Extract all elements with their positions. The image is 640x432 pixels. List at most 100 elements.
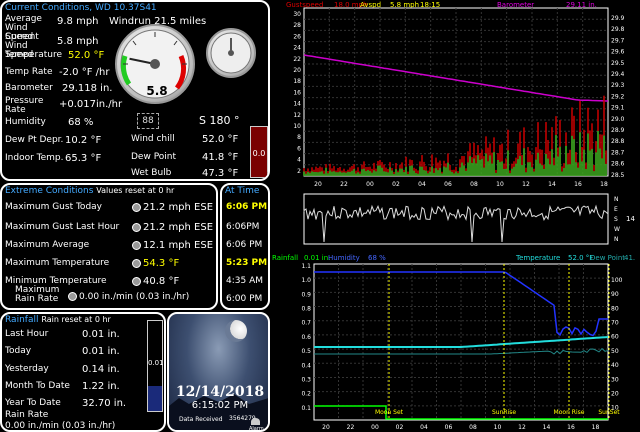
pressure-rate-value: +0.017in./hr bbox=[59, 99, 123, 110]
temperature-value: 52.0 °F bbox=[68, 50, 105, 61]
x-tick: 12 bbox=[522, 181, 530, 188]
extreme-row-label: Maximum Rain Rate bbox=[15, 285, 60, 304]
at-time-title: At Time bbox=[225, 186, 260, 196]
y-left-tick: 0.8 bbox=[301, 306, 311, 313]
photo-time: 6:15:02 PM bbox=[191, 400, 249, 411]
extreme-title-text: Extreme Conditions bbox=[5, 186, 94, 196]
rain-rate-label: Rain Rate bbox=[5, 410, 49, 420]
wind-direction-value: S 180 ° bbox=[199, 114, 240, 127]
temp-rate-label: Temp Rate bbox=[5, 67, 53, 77]
at-time-value: 4:35 AM bbox=[226, 276, 263, 286]
rain-rate-bar-value: 0.0 bbox=[252, 149, 266, 158]
compass-tick: N bbox=[614, 236, 619, 243]
y-right-tick: 28.6 bbox=[611, 161, 625, 168]
x-tick: 06 bbox=[445, 424, 453, 431]
moon-image bbox=[225, 320, 247, 342]
x-tick: 22 bbox=[340, 181, 348, 188]
y-left-tick: 14 bbox=[293, 101, 301, 108]
x-tick: 20 bbox=[314, 181, 322, 188]
rainfall-row-value: 0.01 in. bbox=[82, 329, 120, 340]
x-tick: 14 bbox=[548, 181, 556, 188]
at-time-value: 6:06PM bbox=[226, 222, 260, 232]
wet-bulb-value: 47.3 °F bbox=[202, 168, 239, 179]
x-tick: 14 bbox=[543, 424, 551, 431]
secondary-gauge bbox=[206, 28, 256, 78]
info-icon[interactable] bbox=[132, 258, 141, 268]
x-tick: 12 bbox=[518, 424, 526, 431]
compass-tick: E bbox=[614, 206, 618, 213]
current-wind-value: 5.8 mph bbox=[57, 36, 99, 47]
y-left-tick: 1.1 bbox=[301, 263, 311, 270]
info-icon[interactable] bbox=[68, 292, 77, 301]
y-right-tick: 40 bbox=[611, 362, 619, 369]
y-right-tick: 20 bbox=[611, 390, 619, 397]
humidity-value: 68 % bbox=[68, 117, 94, 128]
y-left-tick: 0.1 bbox=[301, 405, 311, 412]
y-right-tick: 100 bbox=[611, 277, 623, 284]
rainfall-bar: 0.01 bbox=[147, 320, 164, 412]
barometer-label: Barometer bbox=[5, 83, 53, 93]
extreme-row-value: 0.00 in./min (0.03 in./hr) bbox=[68, 292, 189, 303]
info-icon[interactable] bbox=[132, 202, 141, 212]
y-left-tick: 0.2 bbox=[301, 391, 311, 398]
y-left-tick: 0.7 bbox=[301, 320, 311, 327]
y-left-tick: 1.0 bbox=[301, 277, 311, 284]
info-icon[interactable] bbox=[132, 240, 141, 250]
alarm-label: Alarm bbox=[249, 426, 264, 432]
secondary-gauge-dial bbox=[210, 32, 252, 74]
y-right-tick: 28.5 bbox=[611, 172, 625, 179]
y-left-tick: 18 bbox=[293, 78, 301, 85]
extreme-row-value: 21.2 mph ESE bbox=[132, 222, 213, 233]
temp-rate-value: -2.0 °F /hr bbox=[59, 67, 110, 78]
rainfall-row-value: 1.22 in. bbox=[82, 381, 120, 392]
y-left-tick: 24 bbox=[293, 45, 301, 52]
y-right-tick: 50 bbox=[611, 348, 619, 355]
compass-tick: N bbox=[614, 196, 619, 203]
sky-photo-panel: 12/14/2018 6:15:02 PM Data Received 3564… bbox=[167, 312, 270, 432]
wind-chill-value: 52.0 °F bbox=[202, 134, 239, 145]
y-right-tick: 28.9 bbox=[611, 127, 625, 134]
info-icon[interactable] bbox=[132, 276, 141, 286]
rainfall-row-value: 32.70 in. bbox=[82, 398, 127, 409]
extreme-row-value-text: 12.1 mph ESE bbox=[143, 240, 214, 251]
rainfall-title: Rainfall Rain reset at 0 hr bbox=[2, 314, 111, 326]
info-icon[interactable] bbox=[132, 222, 141, 232]
y-left-tick: 8 bbox=[297, 134, 301, 141]
rainfall-subtitle: Rain reset at 0 hr bbox=[41, 315, 111, 324]
y-left-tick: 0.5 bbox=[301, 348, 311, 355]
rainfall-row-label: Month To Date bbox=[5, 381, 70, 391]
y-right-tick: 29.3 bbox=[611, 82, 625, 89]
wind-direction-digits-icon: 88 bbox=[137, 113, 159, 129]
photo-date: 12/14/2018 bbox=[175, 384, 265, 400]
rainfall-row-label: Last Hour bbox=[5, 329, 49, 339]
at-time-value: 6:06 PM bbox=[226, 240, 263, 250]
y-right-tick: 29.7 bbox=[611, 37, 625, 44]
wind-barometer-plot: 30 28 26 24 22 20 18 16 14 12 10 8 6 4 2 29.9 29.8 29.7 29… bbox=[293, 7, 625, 188]
y-left-tick: 20 bbox=[293, 67, 301, 74]
rainfall-bar-fill bbox=[148, 385, 162, 411]
wind-direction-graph: N E S W N 14 bbox=[272, 192, 640, 250]
alarm-icon[interactable] bbox=[251, 418, 260, 425]
rain-rate-bar: 0.0 bbox=[250, 126, 268, 178]
indoor-temp-label: Indoor Temp. bbox=[5, 153, 64, 163]
rainfall-row-label: Year To Date bbox=[5, 398, 61, 408]
x-tick: 08 bbox=[470, 181, 478, 188]
y-left-tick: 16 bbox=[293, 89, 301, 96]
avg-wind-value: 9.8 mph bbox=[57, 16, 99, 27]
event-label: Moon Rise bbox=[554, 409, 585, 416]
y-right-tick: 90 bbox=[611, 291, 619, 298]
dew-depression-value: 10.2 °F bbox=[65, 135, 102, 146]
compass-tick: W bbox=[614, 226, 620, 233]
event-label: SunSet bbox=[598, 409, 620, 416]
extreme-row-value-text: 40.8 °F bbox=[143, 276, 180, 287]
y-left-tick: 6 bbox=[297, 145, 301, 152]
rain-humidity-temp-plot: 1.1 1.0 0.9 0.8 0.7 0.6 0.5 0.4 0.3 0.2 0.1 100 90 80… bbox=[301, 263, 623, 431]
y-left-tick: 2 bbox=[297, 168, 301, 175]
current-conditions-title: Current Conditions, WD 10.37S41 bbox=[5, 3, 157, 13]
data-received-label: Data Received bbox=[179, 416, 223, 423]
y-left-tick: 0.4 bbox=[301, 362, 311, 369]
y-left-tick: 30 bbox=[293, 11, 301, 18]
event-label: Moon Set bbox=[375, 409, 404, 416]
rainfall-row-label: Today bbox=[5, 346, 32, 356]
x-tick: 10 bbox=[494, 424, 502, 431]
